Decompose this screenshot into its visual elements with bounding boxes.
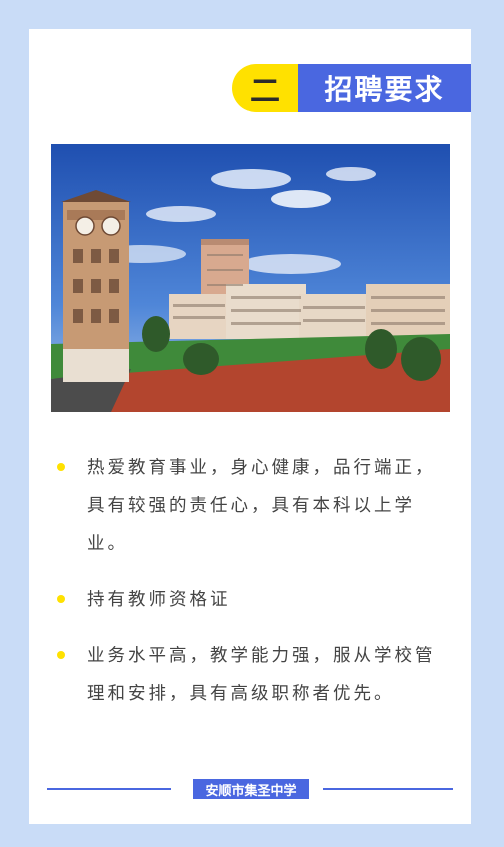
content-card: 二 招聘要求 热爱教育事业，身心健康，品行端正，具有较强的责任心，具有本科以上学… (29, 29, 471, 824)
requirement-item: 业务水平高，教学能力强，服从学校管理和安排，具有高级职称者优先。 (57, 637, 447, 713)
requirement-item: 热爱教育事业，身心健康，品行端正，具有较强的责任心，具有本科以上学业。 (57, 449, 447, 563)
requirement-text: 持有教师资格证 (87, 590, 231, 610)
footer-divider-right (323, 788, 453, 790)
section-number: 二 (232, 64, 298, 112)
requirements-list: 热爱教育事业，身心健康，品行端正，具有较强的责任心，具有本科以上学业。 持有教师… (57, 449, 447, 713)
footer: 安顺市集圣中学 (47, 779, 453, 799)
section-title: 招聘要求 (298, 64, 471, 112)
requirement-text: 业务水平高，教学能力强，服从学校管理和安排，具有高级职称者优先。 (87, 646, 436, 704)
campus-photo-illustration (51, 144, 450, 412)
campus-photo (51, 144, 450, 412)
bullet-dot-icon (57, 595, 65, 603)
bullet-dot-icon (57, 463, 65, 471)
bullet-dot-icon (57, 651, 65, 659)
footer-divider-left (47, 788, 171, 790)
school-name: 安顺市集圣中学 (193, 779, 309, 799)
requirement-item: 持有教师资格证 (57, 581, 447, 619)
requirement-text: 热爱教育事业，身心健康，品行端正，具有较强的责任心，具有本科以上学业。 (87, 458, 436, 554)
